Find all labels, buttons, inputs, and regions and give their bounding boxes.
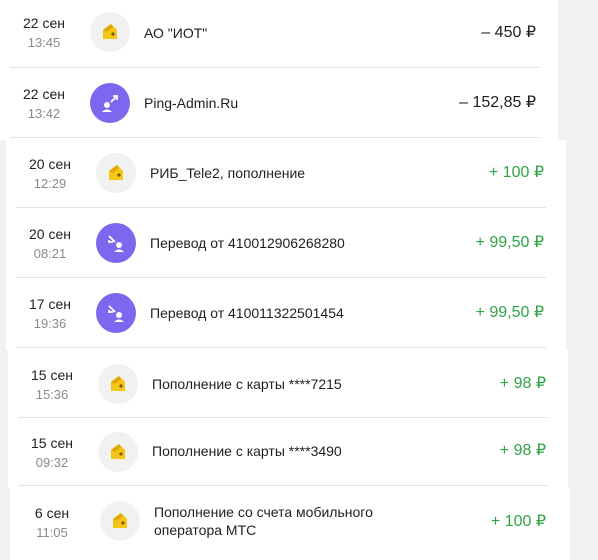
operation-row[interactable]: 15 сен 15:36 Пополнение с карты ****7215… — [18, 348, 548, 418]
operation-time: 11:05 — [36, 525, 68, 540]
operation-amount: + 100 ₽ — [488, 164, 544, 181]
operation-amount: – 152,85 ₽ — [459, 94, 536, 111]
operation-time: 09:32 — [35, 455, 69, 470]
operation-amount: + 98 ₽ — [499, 442, 546, 459]
operation-row[interactable]: 6 сен 11:05 Пополнение со счета мобильно… — [20, 486, 550, 560]
operation-row[interactable]: 17 сен 19:36 Перевод от 410011322501454 … — [16, 278, 546, 348]
operation-day: 20 сен — [29, 156, 71, 172]
operation-date: 22 сен 13:45 — [14, 14, 74, 52]
operation-date: 17 сен 19:36 — [20, 295, 80, 333]
operation-row[interactable]: 22 сен 13:42 Ping-Admin.Ru – 152,85 ₽ — [10, 68, 540, 138]
operation-amount: + 99,50 ₽ — [475, 234, 544, 251]
incoming-transfer-icon — [96, 293, 136, 333]
operation-amount: + 100 ₽ — [490, 513, 546, 530]
operation-title: Пополнение с карты ****7215 — [152, 376, 342, 392]
operation-amount: + 99,50 ₽ — [475, 304, 544, 321]
operation-date: 20 сен 08:21 — [20, 225, 80, 263]
operation-time: 19:36 — [33, 316, 67, 331]
operation-row[interactable]: 22 сен 13:45 АО "ИОТ" – 450 ₽ — [10, 0, 540, 68]
operation-title: Ping-Admin.Ru — [144, 95, 239, 111]
operation-date: 20 сен 12:29 — [20, 155, 80, 193]
operation-day: 17 сен — [29, 296, 71, 312]
outgoing-transfer-icon — [90, 83, 130, 123]
operation-day: 22 сен — [23, 86, 65, 102]
wallet-icon — [100, 501, 140, 541]
operation-title: РИБ_Tele2, пополнение — [150, 165, 306, 181]
operation-day: 6 сен — [34, 505, 70, 521]
operation-date: 22 сен 13:42 — [14, 85, 74, 123]
operation-day: 15 сен — [31, 435, 73, 451]
operation-day: 15 сен — [31, 367, 73, 383]
wallet-icon — [96, 153, 136, 193]
operation-row[interactable]: 15 сен 09:32 Пополнение с карты ****3490… — [18, 418, 548, 486]
operation-date: 6 сен 11:05 — [22, 504, 82, 542]
operation-title: АО "ИОТ" — [144, 25, 208, 41]
operation-date: 15 сен 15:36 — [22, 366, 82, 404]
operation-title: Пополнение с карты ****3490 — [152, 443, 342, 459]
operation-title: Перевод от 410011322501454 — [150, 305, 344, 321]
operation-time: 15:36 — [35, 387, 69, 402]
operation-row[interactable]: 20 сен 08:21 Перевод от 410012906268280 … — [16, 208, 546, 278]
operation-date: 15 сен 09:32 — [22, 434, 82, 472]
incoming-transfer-icon — [96, 223, 136, 263]
operation-amount: + 98 ₽ — [499, 375, 546, 392]
operation-time: 13:42 — [27, 106, 61, 121]
operation-time: 13:45 — [27, 35, 61, 50]
operation-amount: – 450 ₽ — [481, 24, 536, 41]
operation-day: 22 сен — [23, 15, 65, 31]
operation-title: Перевод от 410012906268280 — [150, 235, 345, 251]
wallet-icon — [90, 12, 130, 52]
operation-row[interactable]: 20 сен 12:29 РИБ_Tele2, пополнение + 100… — [16, 138, 546, 208]
wallet-icon — [98, 364, 138, 404]
operation-time: 12:29 — [33, 176, 67, 191]
wallet-icon — [98, 432, 138, 472]
operation-day: 20 сен — [29, 226, 71, 242]
operation-time: 08:21 — [33, 246, 67, 261]
operation-title: Пополнение со счета мобильного оператора… — [154, 504, 373, 538]
